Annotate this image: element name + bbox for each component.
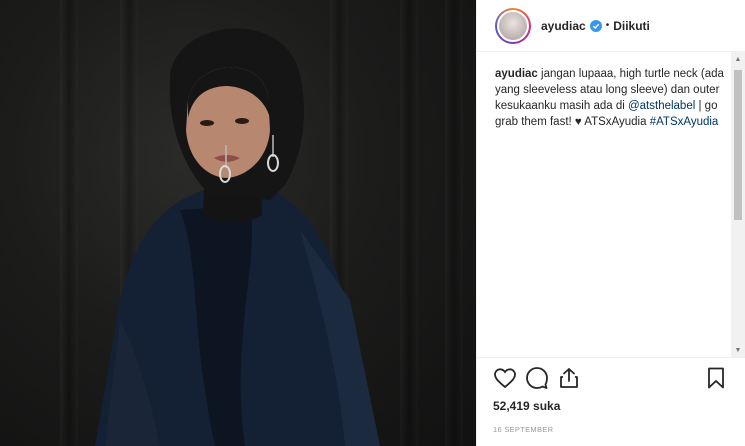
post-header: ayudiac • Diikuti: [477, 0, 745, 52]
likes-count[interactable]: 52,419 suka: [493, 399, 745, 413]
avatar[interactable]: [495, 7, 531, 44]
post-date[interactable]: 16 SEPTEMBER: [493, 425, 745, 434]
caption-username[interactable]: ayudiac: [495, 68, 538, 80]
caption: ayudiac jangan lupaaa, high turtle neck …: [495, 66, 726, 130]
heart-icon[interactable]: [493, 366, 517, 390]
scroll-down-arrow-icon[interactable]: ▼: [731, 343, 745, 357]
caption-hashtag-link[interactable]: #ATSxAyudia: [650, 116, 719, 128]
action-icons: [493, 366, 745, 390]
caption-area: ayudiac jangan lupaaa, high turtle neck …: [477, 52, 732, 357]
post-sidebar: ayudiac • Diikuti ayudiac jangan lupaaa,…: [476, 0, 745, 446]
post-actions: 52,419 suka 16 SEPTEMBER: [477, 357, 745, 434]
caption-mention-link[interactable]: @atsthelabel: [628, 100, 695, 112]
follow-status-button[interactable]: Diikuti: [613, 19, 650, 33]
post-photo[interactable]: [0, 0, 476, 446]
separator-dot: •: [605, 20, 610, 31]
avatar-image: [497, 9, 529, 42]
share-icon[interactable]: [557, 366, 581, 390]
verified-badge-icon: [589, 19, 602, 32]
caption-scrollbar[interactable]: ▲ ▼: [731, 52, 745, 357]
author-username[interactable]: ayudiac: [541, 19, 586, 33]
comment-icon[interactable]: [525, 366, 549, 390]
scrollbar-thumb[interactable]: [734, 70, 742, 220]
scroll-up-arrow-icon[interactable]: ▲: [731, 52, 745, 66]
bookmark-icon[interactable]: [704, 366, 728, 390]
portrait-figure: [95, 28, 380, 446]
instagram-post: ayudiac • Diikuti ayudiac jangan lupaaa,…: [0, 0, 745, 446]
